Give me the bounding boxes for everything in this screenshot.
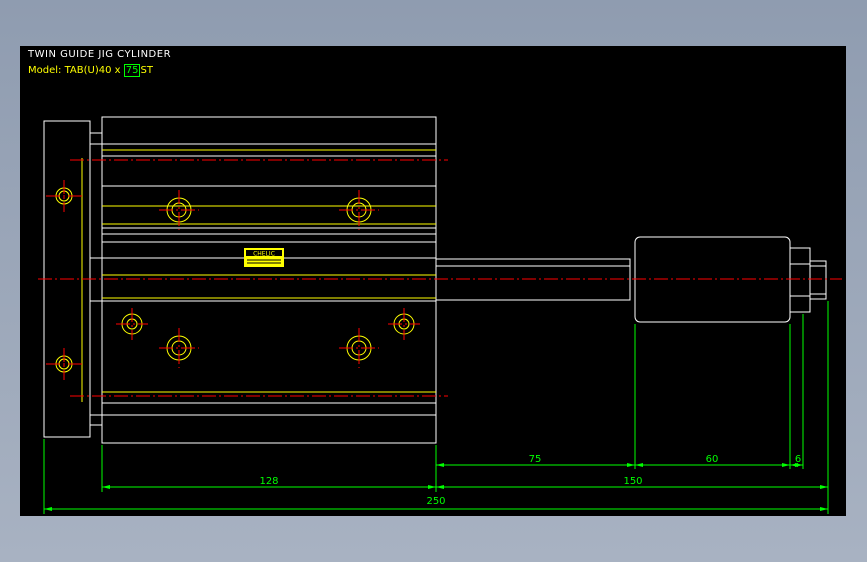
dimension-150: 150	[623, 476, 642, 487]
thread-end	[809, 260, 827, 300]
logo-plate: CHELIC	[244, 248, 284, 267]
hex-nut	[789, 247, 811, 313]
logo-text: CHELIC	[253, 251, 275, 258]
dimension-75: 75	[529, 454, 542, 465]
dimension-6: 6	[795, 454, 801, 465]
drawing-canvas[interactable]: TWIN GUIDE JIG CYLINDER Model: TAB(U)40 …	[20, 46, 846, 516]
dimension-250: 250	[426, 496, 445, 507]
cylinder-drawing: CHELIC 75 60 6 128 150 250	[38, 116, 842, 514]
cylinder-body	[101, 116, 437, 444]
dimension-60: 60	[706, 454, 719, 465]
dimension-128: 128	[259, 476, 278, 487]
